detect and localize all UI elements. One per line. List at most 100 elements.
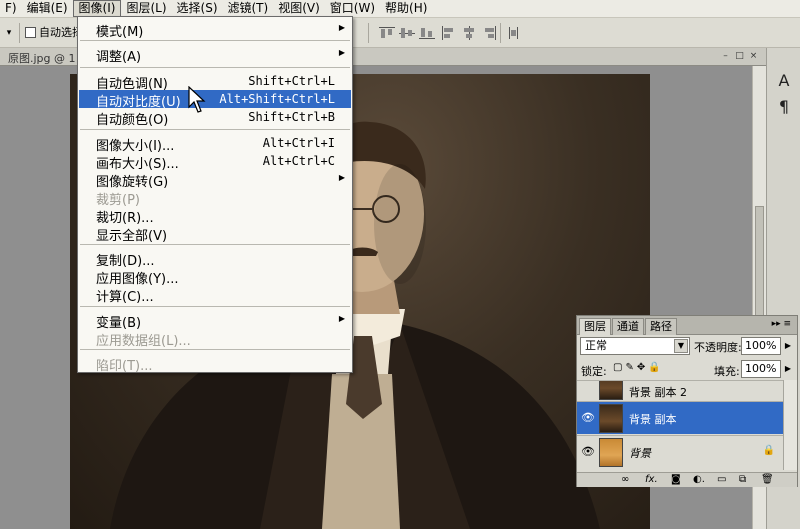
opacity-input[interactable]: 100% bbox=[741, 337, 781, 355]
tab-layers[interactable]: 图层 bbox=[579, 318, 611, 335]
menu-item-apply-data-set: 应用数据组(L)... bbox=[79, 329, 351, 349]
mouse-cursor-icon bbox=[188, 85, 206, 114]
new-layer-icon[interactable]: ⧉ bbox=[739, 474, 746, 485]
panel-menu-icon[interactable]: ▸▸ ≡ bbox=[772, 319, 791, 329]
menu-item-label: 自动颜色(O) bbox=[96, 113, 169, 128]
eye-icon[interactable]: 👁 bbox=[580, 411, 596, 425]
menu-item-auto-contrast[interactable]: 自动对比度(U) Alt+Shift+Ctrl+L bbox=[79, 90, 351, 110]
blend-mode-value: 正常 bbox=[585, 339, 607, 352]
menu-edit[interactable]: 编辑(E) bbox=[22, 0, 73, 17]
opacity-label: 不透明度: bbox=[694, 341, 742, 354]
menu-window[interactable]: 窗口(W) bbox=[325, 0, 380, 17]
divider bbox=[19, 23, 20, 43]
menu-file[interactable]: F) bbox=[0, 0, 22, 17]
menu-item-canvas-size[interactable]: 画布大小(S)... Alt+Ctrl+C bbox=[79, 152, 351, 172]
blend-mode-select[interactable]: 正常 ▼ bbox=[580, 337, 690, 355]
fill-slider-icon[interactable]: ▶ bbox=[782, 360, 794, 378]
menu-item-duplicate[interactable]: 复制(D)... bbox=[79, 249, 351, 269]
eye-icon[interactable]: 👁 bbox=[580, 445, 596, 459]
auto-select-checkbox[interactable] bbox=[25, 27, 36, 38]
menu-image[interactable]: 图像(I) bbox=[72, 0, 122, 17]
menu-item-image-rotation[interactable]: 图像旋转(G) ▶ bbox=[79, 170, 351, 190]
lock-icon: 🔒 bbox=[762, 445, 775, 456]
align-right-icon[interactable] bbox=[480, 25, 498, 41]
distribute-icon[interactable] bbox=[505, 25, 523, 41]
menu-separator bbox=[80, 40, 350, 41]
menu-item-crop: 裁剪(P) bbox=[79, 188, 351, 208]
menu-separator bbox=[80, 129, 350, 130]
menu-item-trap: 陷印(T)... bbox=[79, 354, 351, 374]
paragraph-panel-icon[interactable]: ¶ bbox=[772, 96, 796, 118]
submenu-arrow-icon: ▶ bbox=[338, 23, 345, 32]
align-center-icon[interactable] bbox=[460, 25, 478, 41]
menu-item-auto-tone[interactable]: 自动色调(N) Shift+Ctrl+L bbox=[79, 72, 351, 92]
menu-item-shortcut: Alt+Ctrl+I bbox=[262, 136, 335, 150]
menu-item-label: 应用数据组(L)... bbox=[96, 334, 191, 349]
align-left-icon[interactable] bbox=[440, 25, 458, 41]
document-title: 原图.jpg @ 1 bbox=[8, 52, 76, 65]
menu-layer[interactable]: 图层(L) bbox=[121, 0, 171, 17]
layers-scrollbar[interactable] bbox=[783, 380, 797, 470]
lock-options-icons[interactable]: ▢✎✥🔒 bbox=[613, 362, 673, 376]
chevron-down-icon: ▼ bbox=[674, 339, 688, 353]
submenu-arrow-icon: ▶ bbox=[338, 314, 345, 323]
fill-input[interactable]: 100% bbox=[741, 360, 781, 378]
submenu-arrow-icon: ▶ bbox=[338, 48, 345, 57]
layers-panel-tabs: 图层 通道 路径 ▸▸ ≡ bbox=[577, 316, 797, 335]
layer-name: 背景 副本 2 bbox=[629, 386, 687, 399]
menu-help[interactable]: 帮助(H) bbox=[380, 0, 432, 17]
adjustment-icon[interactable]: ◐. bbox=[693, 474, 705, 485]
menu-item-adjust[interactable]: 调整(A) ▶ bbox=[79, 45, 351, 65]
layer-thumbnail bbox=[599, 438, 623, 467]
image-menu-dropdown: 模式(M) ▶ 调整(A) ▶ 自动色调(N) Shift+Ctrl+L 自动对比度(… bbox=[77, 16, 353, 374]
layers-panel: 图层 通道 路径 ▸▸ ≡ 正常 ▼ 不透明度: 100% ▶ 锁定: ▢✎✥🔒 … bbox=[576, 315, 798, 487]
layer-row-selected[interactable]: 👁 背景 副本 bbox=[577, 401, 783, 434]
menu-item-label: 调整(A) bbox=[96, 50, 142, 65]
menu-item-shortcut: Shift+Ctrl+L bbox=[248, 74, 335, 88]
menu-item-calculations[interactable]: 计算(C)... bbox=[79, 285, 351, 305]
menu-separator bbox=[80, 306, 350, 307]
group-icon[interactable]: ▭ bbox=[717, 474, 726, 485]
layers-bottom-toolbar: ∞ fx. ◙ ◐. ▭ ⧉ 🗑 bbox=[577, 472, 797, 487]
submenu-arrow-icon: ▶ bbox=[338, 173, 345, 182]
maximize-icon[interactable]: □ bbox=[734, 51, 745, 62]
layer-row[interactable]: 背景 副本 2 bbox=[577, 380, 783, 400]
menu-item-shortcut: Shift+Ctrl+B bbox=[248, 110, 335, 124]
menu-separator bbox=[80, 244, 350, 245]
menu-select[interactable]: 选择(S) bbox=[172, 0, 223, 17]
menu-item-trim[interactable]: 裁切(R)... bbox=[79, 206, 351, 226]
layer-row[interactable]: 👁 背景 🔒 bbox=[577, 435, 783, 468]
delete-icon[interactable]: 🗑 bbox=[761, 474, 774, 485]
menu-item-label: 陷印(T)... bbox=[96, 359, 153, 374]
close-icon[interactable]: × bbox=[748, 51, 759, 62]
menu-item-reveal-all[interactable]: 显示全部(V) bbox=[79, 224, 351, 244]
align-middle-icon[interactable] bbox=[398, 25, 416, 41]
minimize-icon[interactable]: – bbox=[720, 51, 731, 62]
tool-preset-dropdown-icon[interactable]: ▾ bbox=[2, 26, 16, 40]
menu-item-apply-image[interactable]: 应用图像(Y)... bbox=[79, 267, 351, 287]
character-panel-icon[interactable]: A bbox=[772, 70, 796, 92]
menu-item-shortcut: Alt+Shift+Ctrl+L bbox=[219, 92, 335, 106]
tab-paths[interactable]: 路径 bbox=[645, 318, 677, 335]
layer-thumbnail bbox=[599, 381, 623, 400]
menu-filter[interactable]: 滤镜(T) bbox=[223, 0, 274, 17]
divider bbox=[500, 23, 501, 43]
menu-item-auto-color[interactable]: 自动颜色(O) Shift+Ctrl+B bbox=[79, 108, 351, 128]
visibility-empty-icon[interactable] bbox=[580, 383, 596, 397]
menu-item-image-size[interactable]: 图像大小(I)... Alt+Ctrl+I bbox=[79, 134, 351, 154]
align-top-icon[interactable] bbox=[378, 25, 396, 41]
fx-icon[interactable]: fx. bbox=[645, 474, 658, 485]
link-icon[interactable]: ∞ bbox=[621, 474, 629, 485]
menu-item-variables[interactable]: 变量(B) ▶ bbox=[79, 311, 351, 331]
tab-channels[interactable]: 通道 bbox=[612, 318, 644, 335]
layer-thumbnail bbox=[599, 404, 623, 433]
opacity-slider-icon[interactable]: ▶ bbox=[782, 337, 794, 355]
menu-view[interactable]: 视图(V) bbox=[273, 0, 325, 17]
align-bottom-icon[interactable] bbox=[418, 25, 436, 41]
menu-item-label: 计算(C)... bbox=[96, 290, 154, 305]
menu-item-label: 显示全部(V) bbox=[96, 229, 168, 244]
menu-separator bbox=[80, 349, 350, 350]
menu-item-mode[interactable]: 模式(M) ▶ bbox=[79, 20, 351, 40]
menu-item-shortcut: Alt+Ctrl+C bbox=[262, 154, 335, 168]
mask-icon[interactable]: ◙ bbox=[671, 474, 681, 485]
